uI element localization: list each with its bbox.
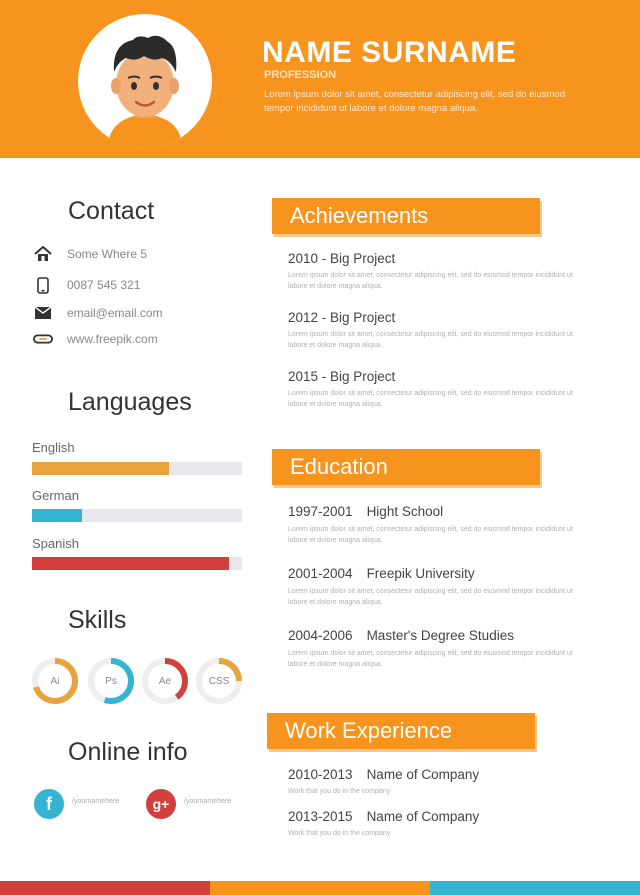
work-entry-heading: 2013-2015 Name of Company <box>288 809 479 824</box>
contact-email[interactable]: email@email.com <box>67 306 163 320</box>
contact-address: Some Where 5 <box>67 247 148 261</box>
contact-phone: 0087 545 321 <box>67 278 141 292</box>
achievement-heading: 2015 - Big Project <box>288 369 396 384</box>
contact-heading: Contact <box>68 197 155 225</box>
online-info-heading: Online info <box>68 738 188 766</box>
work-experience-banner: Work Experience <box>267 713 535 749</box>
achievement-description: Lorem ipsum dolor sit amet, consectetur … <box>288 272 573 290</box>
google-plus-handle[interactable]: /yournamehere <box>184 798 231 805</box>
facebook-icon[interactable]: f <box>34 789 64 819</box>
achievements-banner: Achievements <box>272 198 540 234</box>
education-description: Lorem ipsum dolor sit amet, consectetur … <box>288 588 573 606</box>
skill-ring: CSS <box>194 656 244 706</box>
work-years: 2010-2013 <box>288 767 353 782</box>
contact-phone-row: 0087 545 321 <box>33 276 140 294</box>
web-icon <box>33 331 53 347</box>
mail-icon <box>33 305 53 321</box>
education-description: Lorem ipsum dolor sit amet, consectetur … <box>288 650 573 668</box>
skill-label: Ae <box>158 675 172 687</box>
skill-ring: Ai <box>30 656 80 706</box>
languages-heading: Languages <box>68 388 192 416</box>
education-entry-heading: 1997-2001 Hight School <box>288 504 443 519</box>
language-label: Spanish <box>32 536 79 551</box>
achievement-description: Lorem ipsum dolor sit amet, consectetur … <box>288 331 573 349</box>
language-bar <box>32 509 242 522</box>
work-entry-heading: 2010-2013 Name of Company <box>288 767 479 782</box>
google-plus-icon[interactable]: g+ <box>146 789 176 819</box>
avatar <box>78 14 212 148</box>
education-description: Lorem ipsum dolor sit amet, consectetur … <box>288 526 573 544</box>
contact-email-row: email@email.com <box>33 304 163 322</box>
skill-ring: Ps <box>86 656 136 706</box>
candidate-summary: Lorem ipsum dolor sit amet, consectetur … <box>264 89 565 114</box>
footer-stripe <box>0 881 210 895</box>
header-bar: NAME SURNAME PROFESSION Lorem ipsum dolo… <box>0 0 640 158</box>
education-banner: Education <box>272 449 540 485</box>
language-bar-fill <box>32 509 83 522</box>
education-school: Hight School <box>366 504 444 519</box>
language-bar-fill <box>32 557 230 570</box>
language-label: English <box>32 440 75 455</box>
education-school: Freepik University <box>366 566 475 581</box>
work-years: 2013-2015 <box>288 809 353 824</box>
footer-stripe <box>430 881 640 895</box>
work-company: Name of Company <box>366 767 480 782</box>
education-entry-heading: 2004-2006 Master's Degree Studies <box>288 628 514 643</box>
avatar-portrait-icon <box>83 19 207 148</box>
contact-website-row: www.freepik.com <box>33 330 158 348</box>
footer-stripe <box>210 881 430 895</box>
work-description: Work that you do in the company <box>288 788 391 795</box>
language-bar <box>32 462 242 475</box>
phone-icon <box>33 276 53 294</box>
language-bar <box>32 557 242 570</box>
language-bar-fill <box>32 462 169 475</box>
achievement-heading: 2010 - Big Project <box>288 251 396 266</box>
candidate-profession: PROFESSION <box>264 69 337 81</box>
skills-heading: Skills <box>68 606 127 634</box>
skill-label: CSS <box>208 675 230 687</box>
home-icon <box>33 246 53 262</box>
education-school: Master's Degree Studies <box>366 628 514 643</box>
education-years: 1997-2001 <box>288 504 353 519</box>
contact-website[interactable]: www.freepik.com <box>67 332 158 346</box>
contact-address-row: Some Where 5 <box>33 245 147 263</box>
education-years: 2001-2004 <box>288 566 353 581</box>
achievement-description: Lorem ipsum dolor sit amet, consectetur … <box>288 390 573 408</box>
candidate-name: NAME SURNAME <box>262 36 517 69</box>
language-label: German <box>32 488 79 503</box>
skill-label: Ps <box>105 675 117 687</box>
work-description: Work that you do in the company <box>288 830 391 837</box>
education-years: 2004-2006 <box>288 628 353 643</box>
skill-ring: Ae <box>140 656 190 706</box>
education-entry-heading: 2001-2004 Freepik University <box>288 566 475 581</box>
work-company: Name of Company <box>366 809 480 824</box>
skill-label: Ai <box>50 675 60 687</box>
facebook-handle[interactable]: /yournamehere <box>72 798 119 805</box>
achievement-heading: 2012 - Big Project <box>288 310 396 325</box>
